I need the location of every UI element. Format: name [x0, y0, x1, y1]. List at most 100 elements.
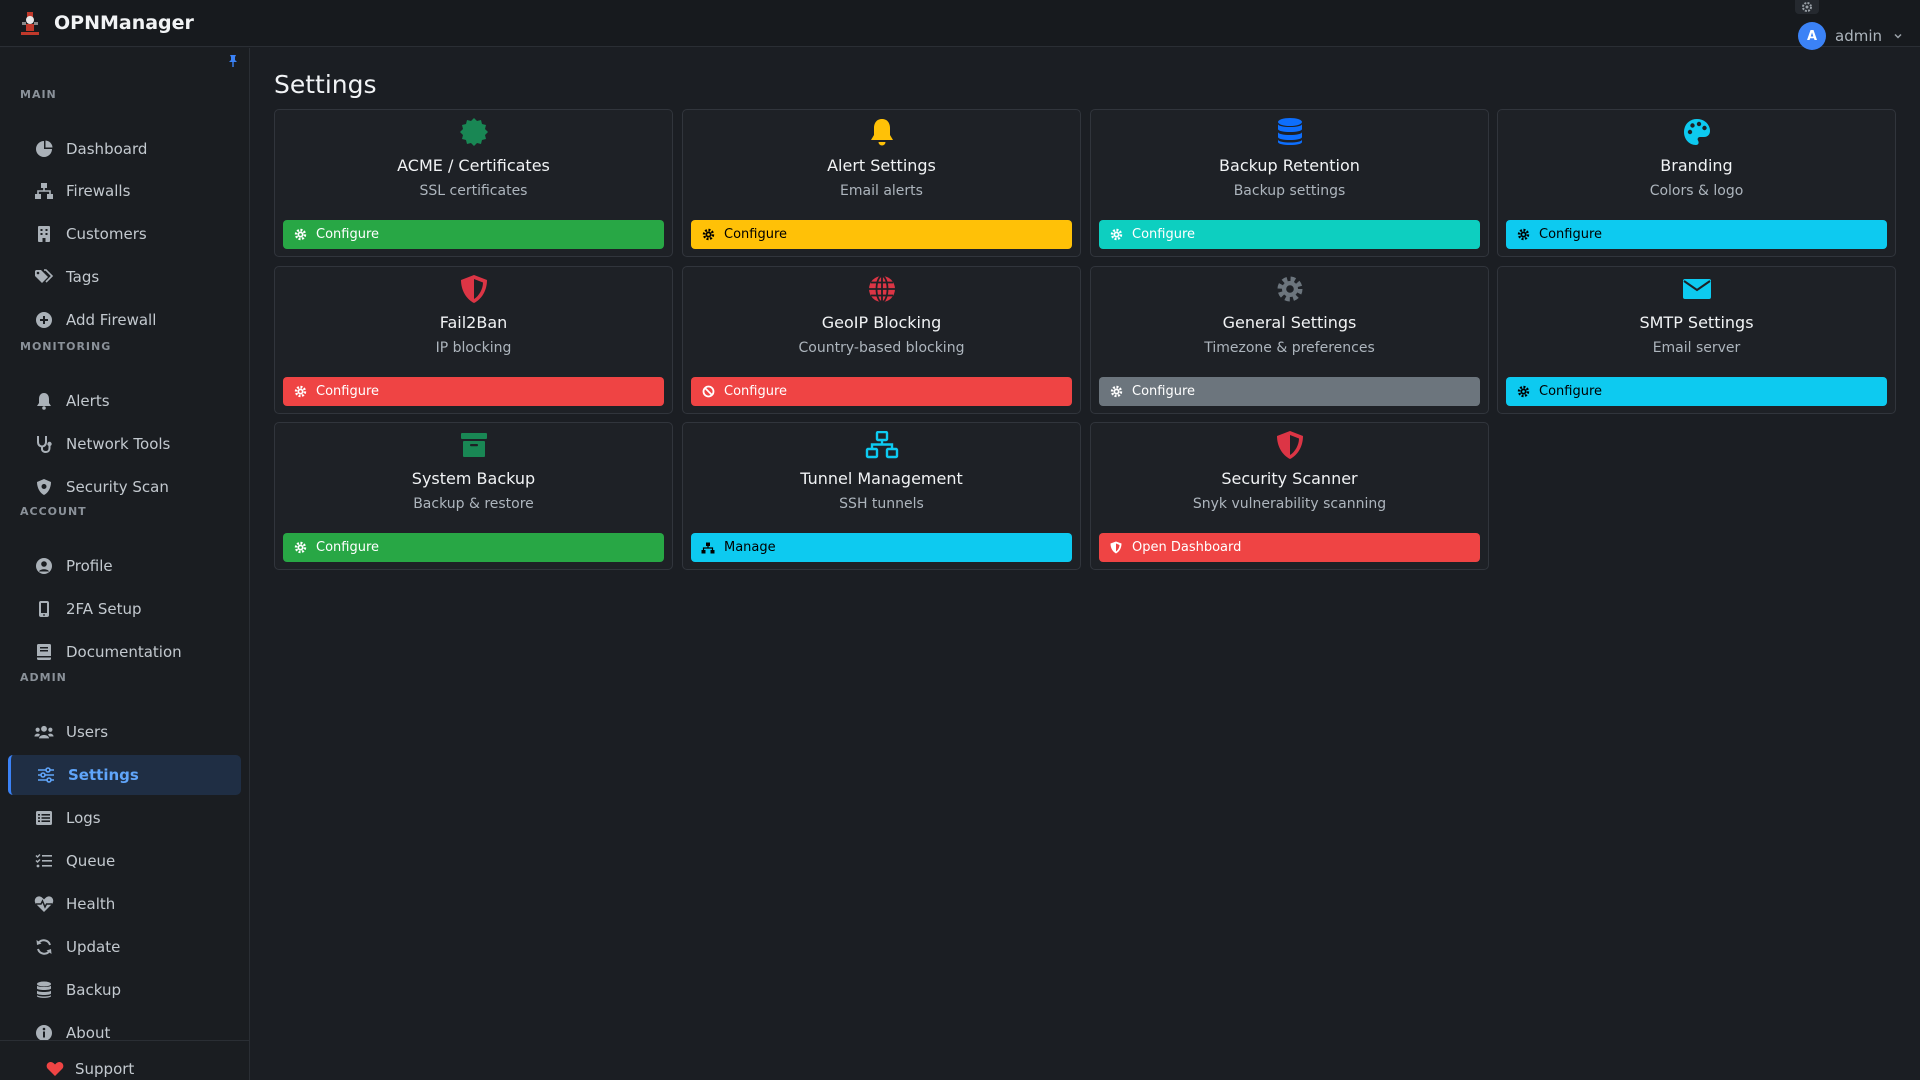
- gear-icon: [293, 228, 307, 242]
- card-title: Alert Settings: [827, 156, 936, 175]
- sidebar-item-2fa-setup[interactable]: 2FA Setup: [8, 589, 241, 629]
- user-menu[interactable]: A admin: [1798, 22, 1904, 50]
- users-icon: [34, 722, 54, 742]
- configure-acme-button[interactable]: Configure: [283, 220, 664, 249]
- gear-icon: [1109, 385, 1123, 399]
- sidebar-item-users[interactable]: Users: [8, 712, 241, 752]
- sidebar-item-alerts[interactable]: Alerts: [8, 381, 241, 421]
- settings-card-system-backup: System Backup Backup & restore Configure: [274, 422, 673, 570]
- user-name: admin: [1835, 27, 1882, 45]
- settings-card-tunnel: Tunnel Management SSH tunnels Manage: [682, 422, 1081, 570]
- configure-smtp-button[interactable]: Configure: [1506, 377, 1887, 406]
- configure-branding-button[interactable]: Configure: [1506, 220, 1887, 249]
- sidebar-item-settings[interactable]: Settings: [8, 755, 241, 795]
- sidebar-item-about[interactable]: About: [8, 1013, 241, 1053]
- page-title: Settings: [274, 70, 377, 99]
- card-title: Tunnel Management: [800, 469, 963, 488]
- card-title: Backup Retention: [1219, 156, 1360, 175]
- sync-icon: [34, 937, 54, 957]
- sidebar-item-logs[interactable]: Logs: [8, 798, 241, 838]
- sidebar-item-health[interactable]: Health: [8, 884, 241, 924]
- sidebar-item-documentation[interactable]: Documentation: [8, 632, 241, 672]
- sidebar-item-backup[interactable]: Backup: [8, 970, 241, 1010]
- configure-system-backup-button[interactable]: Configure: [283, 533, 664, 562]
- ban-icon: [701, 385, 715, 399]
- shield-icon: [1109, 541, 1123, 555]
- app-name: OPNManager: [54, 12, 194, 34]
- sidebar-item-label: Tags: [66, 268, 100, 286]
- configure-fail2ban-button[interactable]: Configure: [283, 377, 664, 406]
- tasks-icon: [34, 851, 54, 871]
- brand[interactable]: OPNManager: [19, 10, 194, 36]
- heartbeat-icon: [34, 894, 54, 914]
- sidebar-item-dashboard[interactable]: Dashboard: [8, 129, 241, 169]
- gear-icon: [1802, 2, 1812, 12]
- sidebar-item-label: Network Tools: [66, 435, 171, 453]
- button-label: Configure: [1132, 384, 1196, 399]
- sidebar-section-admin: ADMIN: [20, 671, 67, 684]
- pie-chart-icon: [34, 139, 54, 159]
- card-subtitle: Colors & logo: [1649, 183, 1744, 199]
- pin-icon[interactable]: [226, 54, 240, 68]
- sidebar-item-label: Backup: [66, 981, 121, 999]
- palette-icon: [1498, 116, 1895, 148]
- card-title: SMTP Settings: [1639, 313, 1754, 332]
- book-icon: [34, 642, 54, 662]
- sidebar-item-tags[interactable]: Tags: [8, 257, 241, 297]
- sidebar-item-profile[interactable]: Profile: [8, 546, 241, 586]
- configure-alerts-button[interactable]: Configure: [691, 220, 1072, 249]
- avatar: A: [1798, 22, 1826, 50]
- sidebar-item-label: Firewalls: [66, 182, 131, 200]
- sidebar-divider: [0, 1040, 250, 1041]
- theme-settings-button[interactable]: [1795, 0, 1819, 14]
- card-subtitle: Backup & restore: [413, 496, 534, 512]
- gear-icon: [701, 228, 715, 242]
- support-link[interactable]: Support: [46, 1060, 134, 1078]
- manage-tunnels-button[interactable]: Manage: [691, 533, 1072, 562]
- card-subtitle: Email alerts: [840, 183, 923, 199]
- open-dashboard-button[interactable]: Open Dashboard: [1099, 533, 1480, 562]
- sidebar-item-customers[interactable]: Customers: [8, 214, 241, 254]
- button-label: Manage: [724, 540, 776, 555]
- settings-card-general: General Settings Timezone & preferences …: [1090, 266, 1489, 414]
- card-title: ACME / Certificates: [397, 156, 550, 175]
- card-title: Security Scanner: [1221, 469, 1358, 488]
- heart-icon: [46, 1061, 64, 1076]
- configure-backup-retention-button[interactable]: Configure: [1099, 220, 1480, 249]
- database-icon: [34, 980, 54, 1000]
- sidebar-item-update[interactable]: Update: [8, 927, 241, 967]
- sidebar-section-main: MAIN: [20, 88, 57, 101]
- settings-card-security-scanner: Security Scanner Snyk vulnerability scan…: [1090, 422, 1489, 570]
- settings-card-backup-retention: Backup Retention Backup settings Configu…: [1090, 109, 1489, 257]
- button-label: Configure: [724, 384, 788, 399]
- gear-icon: [1516, 228, 1530, 242]
- network-icon: [683, 429, 1080, 461]
- settings-card-geoip: GeoIP Blocking Country-based blocking Co…: [682, 266, 1081, 414]
- stethoscope-icon: [34, 434, 54, 454]
- user-circle-icon: [34, 556, 54, 576]
- configure-general-button[interactable]: Configure: [1099, 377, 1480, 406]
- button-label: Configure: [316, 227, 380, 242]
- shield-icon: [34, 477, 54, 497]
- envelope-icon: [1498, 273, 1895, 305]
- sidebar-item-label: Dashboard: [66, 140, 148, 158]
- card-subtitle: Email server: [1652, 340, 1741, 356]
- sidebar-item-firewalls[interactable]: Firewalls: [8, 171, 241, 211]
- sidebar-item-label: Users: [66, 723, 109, 741]
- settings-card-smtp: SMTP Settings Email server Configure: [1497, 266, 1896, 414]
- configure-geoip-button[interactable]: Configure: [691, 377, 1072, 406]
- card-subtitle: SSL certificates: [419, 183, 528, 199]
- gear-icon: [293, 541, 307, 555]
- settings-card-acme: ACME / Certificates SSL certificates Con…: [274, 109, 673, 257]
- gear-icon: [293, 385, 307, 399]
- sidebar-item-add-firewall[interactable]: Add Firewall: [8, 300, 241, 340]
- settings-card-alerts: Alert Settings Email alerts Configure: [682, 109, 1081, 257]
- sidebar-item-label: Documentation: [66, 643, 182, 661]
- sidebar-item-queue[interactable]: Queue: [8, 841, 241, 881]
- globe-icon: [683, 273, 1080, 305]
- sidebar-item-network-tools[interactable]: Network Tools: [8, 424, 241, 464]
- card-subtitle: IP blocking: [435, 340, 512, 356]
- list-icon: [34, 808, 54, 828]
- sidebar-item-security-scan[interactable]: Security Scan: [8, 467, 241, 507]
- bell-icon: [34, 391, 54, 411]
